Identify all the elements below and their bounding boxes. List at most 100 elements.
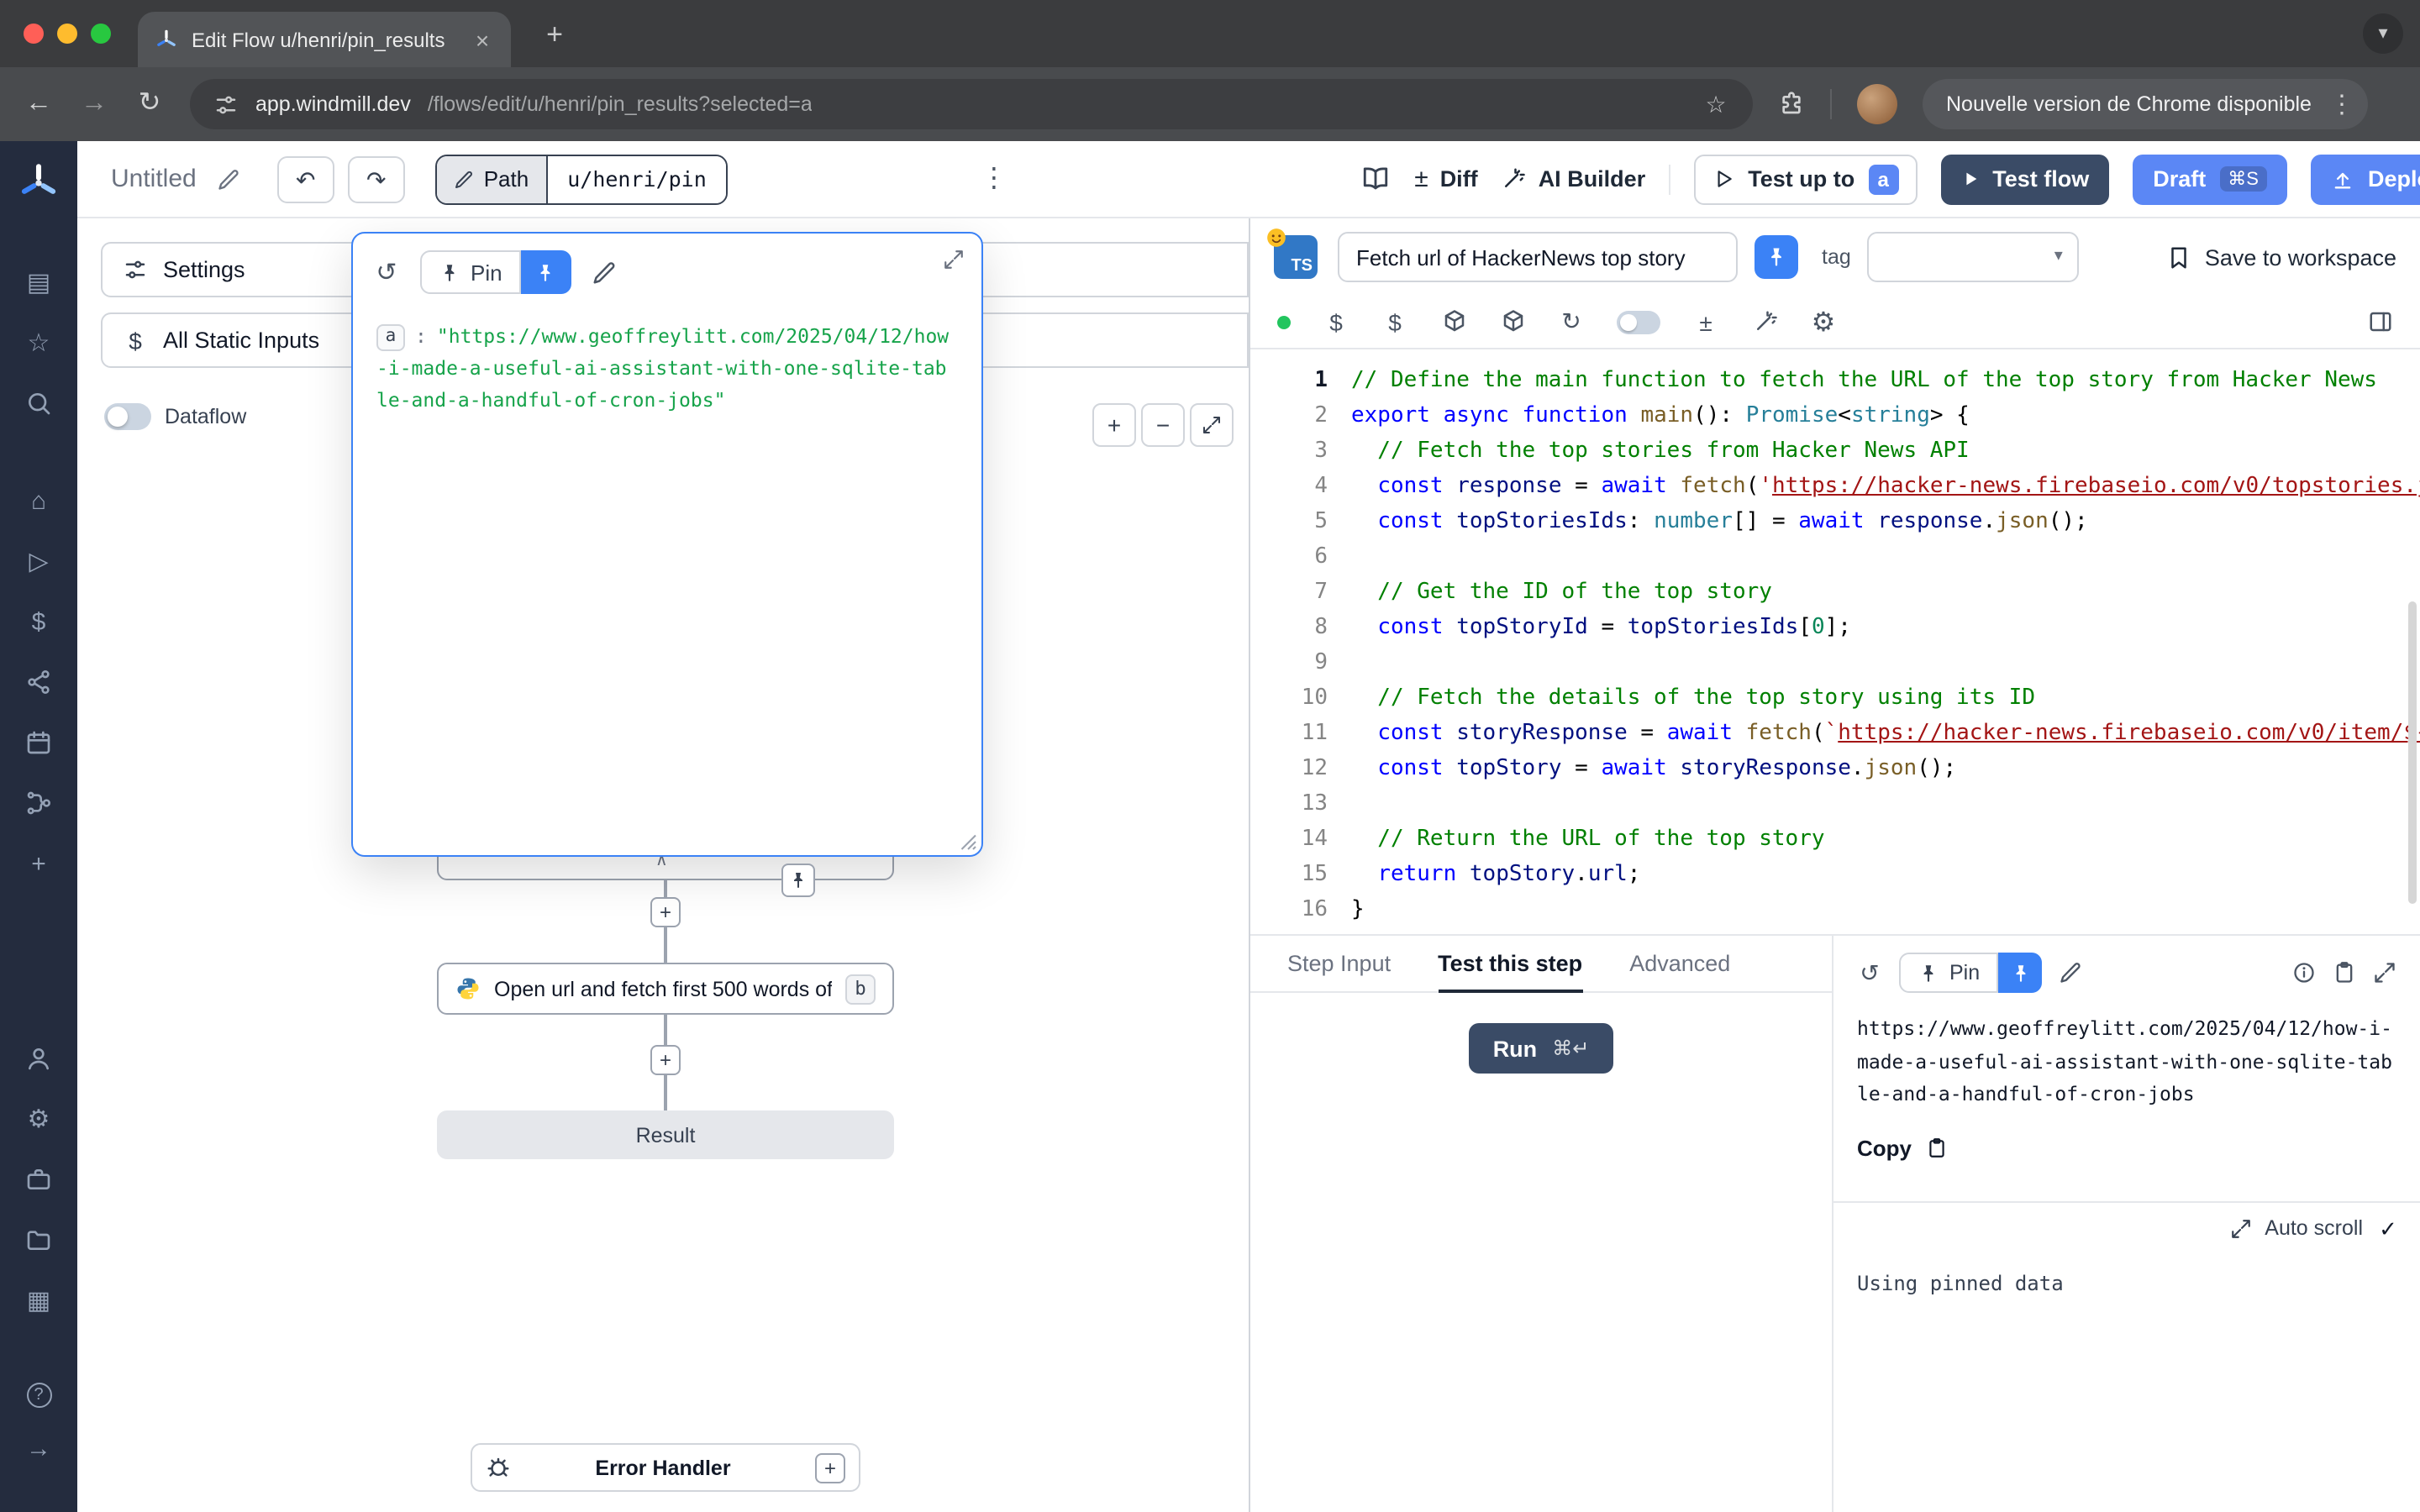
profile-avatar[interactable] — [1857, 84, 1897, 124]
more-options-button[interactable]: ⋮ — [981, 165, 1007, 192]
tab-close-icon[interactable]: × — [471, 28, 494, 51]
package-icon[interactable] — [1440, 308, 1467, 335]
draft-button[interactable]: Draft ⌘S — [2133, 154, 2287, 204]
reload-button[interactable]: ↻ — [134, 91, 165, 118]
sidebar-item-resources[interactable] — [8, 652, 69, 712]
diff-button[interactable]: ± Diff — [1414, 165, 1477, 193]
pin-button[interactable]: Pin — [420, 250, 521, 294]
extensions-icon[interactable] — [1778, 91, 1805, 118]
history-icon[interactable]: ↺ — [373, 260, 400, 285]
ai-builder-button[interactable]: AI Builder — [1502, 166, 1646, 192]
sidebar-item-docs[interactable]: ▤ — [8, 252, 69, 312]
add-step-button[interactable]: + — [650, 1045, 681, 1075]
package-icon[interactable] — [1499, 308, 1526, 335]
ai-assist-icon[interactable] — [1751, 308, 1778, 335]
test-up-to-button[interactable]: Test up to a — [1694, 154, 1917, 204]
chrome-menu-icon[interactable]: ⋮ — [2328, 92, 2355, 117]
redo-button[interactable]: ↷ — [348, 155, 405, 202]
tab-search-button[interactable]: ▾ — [2363, 13, 2403, 54]
window-minimize-button[interactable] — [57, 24, 77, 44]
path-segment[interactable]: Path — [437, 155, 546, 202]
edit-title-icon[interactable] — [217, 167, 240, 191]
sidebar-item-collapse[interactable]: → — [8, 1421, 69, 1475]
fullscreen-icon[interactable] — [2229, 1217, 2251, 1239]
sidebar-item-workers[interactable] — [8, 1149, 69, 1210]
editor-toggle[interactable] — [1617, 310, 1660, 333]
reset-icon[interactable]: ↻ — [1558, 308, 1585, 335]
sidebar-item-folders[interactable] — [8, 1210, 69, 1270]
editor-settings-icon[interactable]: ⚙ — [1810, 308, 1837, 335]
pin-active-button[interactable] — [521, 250, 571, 294]
info-icon[interactable] — [2292, 961, 2316, 984]
window-close-button[interactable] — [24, 24, 44, 44]
sidebar-item-users[interactable] — [8, 1028, 69, 1089]
code-editor[interactable]: 12345678910111213141516 // Define the ma… — [1250, 349, 2420, 934]
diff-mode-icon[interactable]: ± — [1692, 308, 1719, 335]
path-value[interactable]: u/henri/pin — [545, 155, 727, 202]
error-handler-node[interactable]: Error Handler + — [471, 1443, 860, 1492]
result-value[interactable]: https://www.geoffreylitt.com/2025/04/12/… — [1833, 993, 2420, 1111]
sidebar-item-variables[interactable]: $ — [8, 591, 69, 652]
docs-book-icon[interactable] — [1360, 164, 1391, 194]
forward-button[interactable]: → — [79, 91, 109, 118]
edit-pinned-icon[interactable] — [592, 260, 617, 285]
side-panel-icon[interactable] — [2366, 308, 2393, 335]
expand-popup-icon[interactable] — [943, 249, 965, 270]
new-tab-button[interactable]: + — [538, 19, 571, 48]
flow-node-b[interactable]: Open url and fetch first 500 words of ..… — [437, 963, 894, 1015]
windmill-logo[interactable] — [17, 161, 60, 205]
sidebar-item-triggers[interactable] — [8, 773, 69, 833]
resize-grip-icon[interactable] — [958, 832, 978, 852]
sidebar-item-add[interactable]: + — [8, 833, 69, 894]
sidebar-item-schedules[interactable] — [8, 712, 69, 773]
bookmark-star-icon[interactable]: ☆ — [1702, 92, 1729, 116]
node-pin-badge[interactable] — [781, 864, 815, 897]
zoom-fit-button[interactable] — [1190, 403, 1234, 447]
zoom-in-button[interactable]: + — [1092, 403, 1136, 447]
history-icon[interactable]: ↺ — [1857, 961, 1882, 984]
sidebar-item-runs[interactable]: ▷ — [8, 531, 69, 591]
add-step-button[interactable]: + — [650, 897, 681, 927]
expand-result-icon[interactable] — [2373, 961, 2396, 984]
tab-test-this-step[interactable]: Test this step — [1438, 936, 1582, 991]
sidebar-item-home[interactable]: ⌂ — [8, 470, 69, 531]
editor-scrollbar[interactable] — [2408, 601, 2417, 904]
dataflow-toggle[interactable] — [104, 403, 151, 430]
path-control[interactable]: Path u/henri/pin — [435, 154, 729, 204]
arg-value[interactable]: "https://www.geoffreylitt.com/2025/04/12… — [376, 324, 949, 412]
sidebar-item-settings[interactable]: ⚙ — [8, 1089, 69, 1149]
tab-step-input[interactable]: Step Input — [1287, 936, 1391, 991]
add-error-handler-button[interactable]: + — [815, 1452, 845, 1483]
step-summary-input[interactable] — [1338, 232, 1738, 282]
edit-result-icon[interactable] — [2059, 961, 2082, 984]
chrome-update-button[interactable]: Nouvelle version de Chrome disponible ⋮ — [1923, 79, 2369, 129]
window-zoom-button[interactable] — [91, 24, 111, 44]
run-button[interactable]: Run ⌘↵ — [1470, 1023, 1613, 1074]
sidebar-item-groups[interactable]: ▦ — [8, 1270, 69, 1331]
add-resource-icon[interactable]: $ — [1381, 308, 1408, 335]
pin-active-button[interactable] — [1998, 953, 2042, 993]
zoom-out-button[interactable]: − — [1141, 403, 1185, 447]
sidebar-item-search[interactable] — [8, 373, 69, 433]
add-variable-icon[interactable]: $ — [1323, 308, 1349, 335]
flow-title[interactable]: Untitled — [111, 165, 197, 193]
pin-button[interactable]: Pin — [1899, 953, 1998, 993]
browser-tab[interactable]: Edit Flow u/henri/pin_results × — [138, 12, 511, 67]
tag-select[interactable]: ▾ — [1868, 232, 2080, 282]
site-info-icon[interactable] — [213, 92, 239, 117]
sidebar-item-help[interactable]: ? — [8, 1368, 69, 1421]
save-to-workspace-button[interactable]: Save to workspace — [2166, 244, 2396, 270]
test-flow-button[interactable]: Test flow — [1940, 154, 2109, 204]
tab-advanced[interactable]: Advanced — [1629, 936, 1730, 991]
step-pin-active-button[interactable] — [1754, 235, 1798, 279]
address-bar[interactable]: app.windmill.dev/flows/edit/u/henri/pin_… — [190, 79, 1753, 129]
deploy-button[interactable]: Deploy — [2311, 154, 2420, 204]
sidebar-item-favorites[interactable]: ☆ — [8, 312, 69, 373]
copy-result-icon[interactable] — [2333, 961, 2356, 984]
flow-node-result[interactable]: Result — [437, 1110, 894, 1159]
back-button[interactable]: ← — [24, 91, 54, 118]
copy-button[interactable]: Copy — [1833, 1111, 2420, 1160]
undo-button[interactable]: ↶ — [277, 155, 334, 202]
code-content[interactable]: // Define the main function to fetch the… — [1328, 363, 2420, 934]
check-icon[interactable]: ✓ — [2376, 1217, 2400, 1239]
